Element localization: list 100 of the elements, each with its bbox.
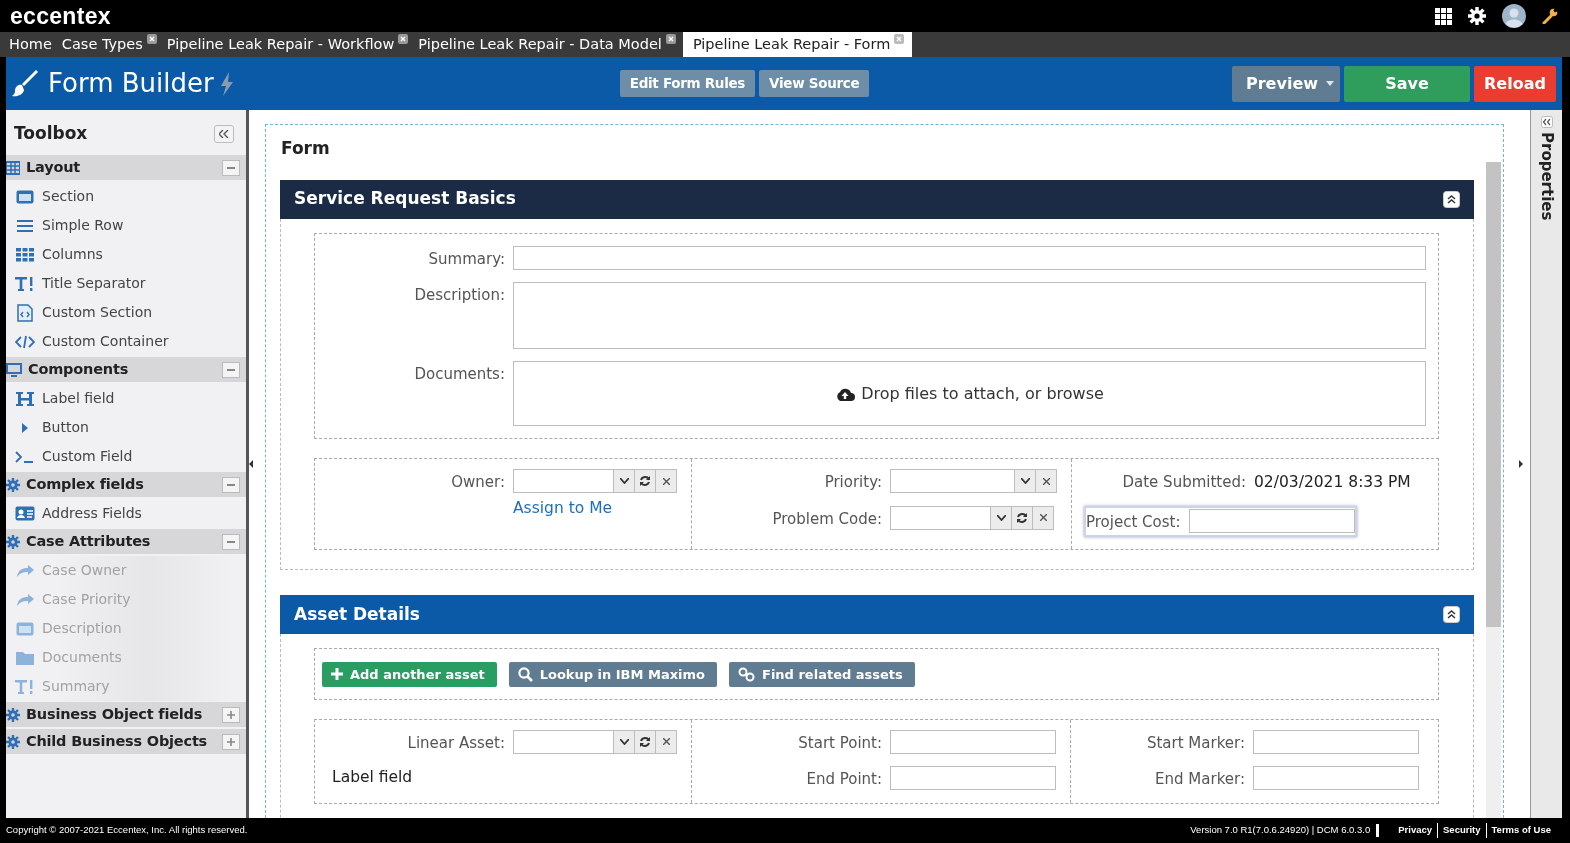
share-arrow-icon <box>16 563 34 578</box>
tab[interactable]: Pipeline Leak Repair - Form <box>682 32 913 57</box>
refresh-button[interactable] <box>635 729 656 754</box>
refresh-button[interactable] <box>1012 505 1033 530</box>
splitter-arrow-icon[interactable] <box>1519 460 1523 468</box>
dropdown-button[interactable] <box>614 729 635 754</box>
clear-button[interactable] <box>1033 505 1054 530</box>
gear-icon <box>6 477 20 492</box>
toolbox-title: Toolbox <box>14 122 88 146</box>
app-logo: eccentex <box>10 1 111 31</box>
properties-tab[interactable]: Properties <box>1535 132 1558 221</box>
caret-icon[interactable] <box>1326 81 1334 86</box>
toolbox-group-header[interactable]: Case Attributes <box>6 529 246 554</box>
lookup-field[interactable] <box>513 469 614 493</box>
field-label: Start Point: <box>797 732 882 754</box>
field-label: Problem Code: <box>771 508 882 530</box>
toolbox-item[interactable]: Custom Container <box>6 327 246 356</box>
collapse-section-icon[interactable] <box>1443 605 1460 623</box>
close-icon[interactable] <box>146 34 157 44</box>
input-field[interactable] <box>890 766 1056 791</box>
footer-link[interactable]: Security <box>1437 823 1486 838</box>
tab[interactable]: Case Types <box>58 32 160 57</box>
input-field[interactable] <box>1253 766 1419 791</box>
clear-button[interactable] <box>1036 469 1057 493</box>
input-field[interactable] <box>1188 509 1355 534</box>
cloud-upload-icon <box>835 386 856 401</box>
code-icon <box>15 334 35 349</box>
toolbox-item[interactable]: Custom Field <box>6 442 246 471</box>
preview-button[interactable]: Preview <box>1232 65 1340 102</box>
dropdown-button[interactable] <box>1015 469 1036 493</box>
lookup-field[interactable] <box>890 505 991 530</box>
page-title: Form Builder <box>48 67 214 100</box>
lookup-button[interactable]: Lookup in IBM Maximo <box>508 661 718 687</box>
columns-icon <box>16 247 34 262</box>
double-chevron-icon[interactable] <box>1540 116 1553 128</box>
field-label: Start Marker: <box>1145 732 1245 754</box>
toolbox-item[interactable]: Title Separator <box>6 269 246 298</box>
toolbox-item[interactable]: Columns <box>6 240 246 269</box>
toolbox-group-header[interactable]: Business Object fields <box>6 702 246 727</box>
field-label: End Point: <box>805 769 882 791</box>
splitter-arrow-icon[interactable] <box>249 460 253 468</box>
selected-field-frame[interactable]: Project Cost: <box>1084 506 1357 537</box>
find-related-button[interactable]: Find related assets <box>729 661 915 687</box>
section-header[interactable]: Service Request Basics <box>280 179 1474 219</box>
input-field[interactable] <box>890 729 1056 754</box>
section-icon <box>16 189 34 204</box>
refresh-button[interactable] <box>635 469 656 493</box>
toolbox-item[interactable]: Label field <box>6 384 246 413</box>
footer-link[interactable]: Terms of Use <box>1485 823 1556 838</box>
field-label: Project Cost: <box>1086 512 1181 534</box>
dropdown-button[interactable] <box>614 469 635 493</box>
dropdown-button[interactable] <box>991 505 1012 530</box>
collapse-button[interactable] <box>222 476 240 493</box>
plus-icon <box>227 710 235 719</box>
tab[interactable]: Pipeline Leak Repair - Data Model <box>415 32 679 57</box>
field-label: Date Submitted: <box>1121 472 1246 493</box>
refresh-icon <box>1016 511 1028 524</box>
toolbox-group-header[interactable]: Layout <box>6 155 246 180</box>
toolbox-item[interactable]: Button <box>6 413 246 442</box>
toolbox-group-header[interactable]: Child Business Objects <box>6 729 246 754</box>
tab[interactable]: Pipeline Leak Repair - Workflow <box>163 32 412 57</box>
monitor-icon <box>6 362 22 377</box>
collapse-button[interactable] <box>222 159 240 176</box>
toolbox-item[interactable]: Section <box>6 182 246 211</box>
collapse-section-icon[interactable] <box>1443 190 1460 208</box>
terminal-icon <box>15 449 35 464</box>
clear-button[interactable] <box>656 729 677 754</box>
settings-icon[interactable] <box>1468 7 1486 25</box>
file-drop-zone[interactable]: Drop files to attach, or browse <box>513 361 1426 426</box>
contact-card-icon <box>15 506 35 521</box>
toolbox-item[interactable]: Address Fields <box>6 499 246 528</box>
minus-icon <box>227 540 235 543</box>
scrollbar-thumb[interactable] <box>1486 161 1501 627</box>
clear-button[interactable] <box>656 469 677 493</box>
input-field[interactable] <box>1253 729 1419 754</box>
footer-link[interactable]: Privacy <box>1393 823 1437 838</box>
toolbox-item[interactable]: Custom Section <box>6 298 246 327</box>
lookup-field[interactable] <box>513 729 614 754</box>
collapse-button[interactable] <box>222 533 240 550</box>
toolbox-group-header[interactable]: Complex fields <box>6 472 246 497</box>
input-field[interactable] <box>513 245 1426 270</box>
close-icon[interactable] <box>398 34 409 44</box>
collapse-button[interactable] <box>214 125 234 143</box>
grid-icon <box>6 160 20 175</box>
lookup-field[interactable] <box>890 469 1015 493</box>
reload-button[interactable]: Reload <box>1474 65 1556 102</box>
toolbox-group-header[interactable]: Components <box>6 357 246 382</box>
close-icon <box>662 477 670 485</box>
toolbox-item[interactable]: Simple Row <box>6 211 246 240</box>
section-header[interactable]: Asset Details <box>280 594 1474 634</box>
avatar-icon[interactable] <box>1502 4 1526 28</box>
plus-icon <box>227 737 235 746</box>
tab[interactable]: Home <box>6 32 55 57</box>
wrench-icon[interactable] <box>1542 8 1558 24</box>
close-icon[interactable] <box>665 34 676 44</box>
group-title: Components <box>28 359 129 379</box>
assign-link[interactable]: Assign to Me <box>513 497 613 521</box>
field-label: End Marker: <box>1154 769 1245 791</box>
apps-grid-icon[interactable] <box>1435 7 1452 25</box>
collapse-button[interactable] <box>222 361 240 378</box>
